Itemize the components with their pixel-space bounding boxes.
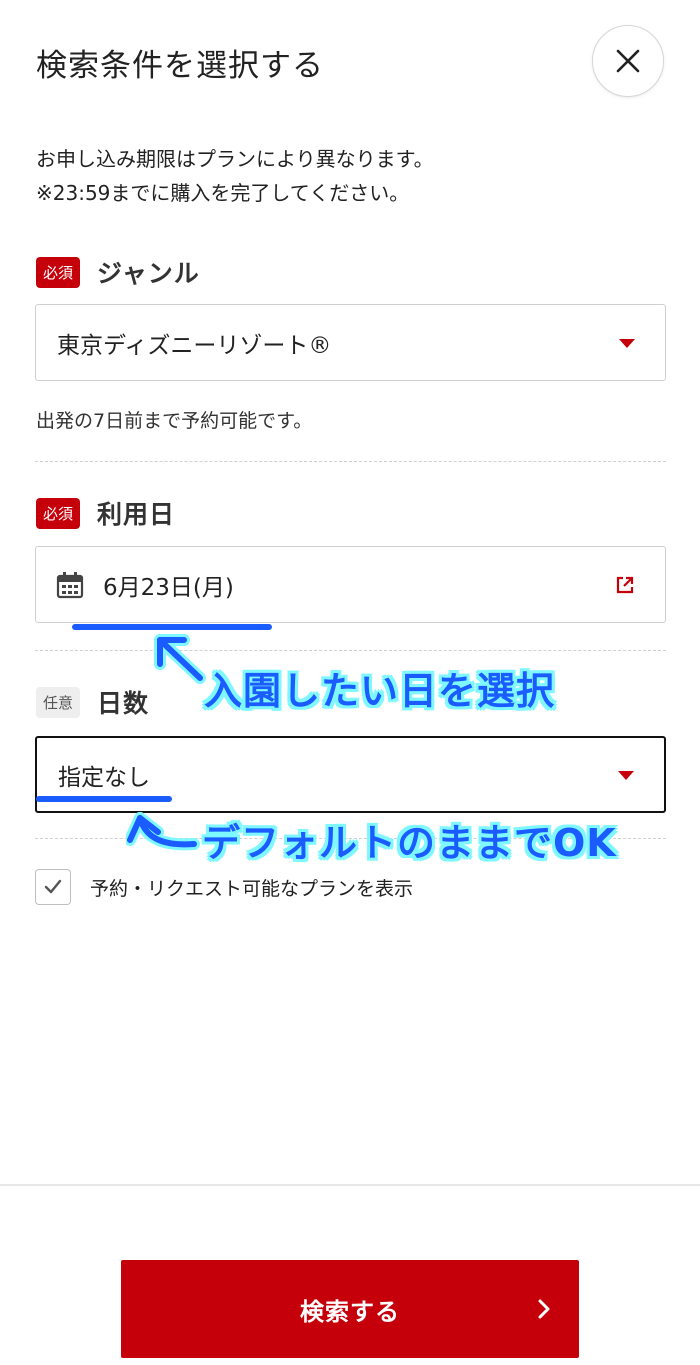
available-plans-checkbox[interactable] xyxy=(35,869,71,905)
notice-line-2: ※23:59までに購入を完了してください。 xyxy=(36,181,410,205)
section-divider xyxy=(35,650,666,651)
open-external-icon[interactable] xyxy=(615,575,635,595)
date-value: 6月23日(月) xyxy=(103,574,234,601)
genre-label-row: 必須 ジャンル xyxy=(36,254,200,290)
calendar-icon xyxy=(56,572,84,599)
available-plans-label: 予約・リクエスト可能なプランを表示 xyxy=(90,878,414,900)
notice-line-1: お申し込み期限はプランにより異なります。 xyxy=(36,147,434,171)
required-badge: 必須 xyxy=(36,497,81,529)
date-label-row: 必須 利用日 xyxy=(36,495,175,531)
caret-down-icon xyxy=(618,770,634,780)
days-select-value: 指定なし xyxy=(58,764,150,791)
arrow-icon xyxy=(154,634,206,684)
close-icon xyxy=(616,49,640,73)
deadline-notice: お申し込み期限はプランにより異なります。 ※23:59までに購入を完了してくださ… xyxy=(36,142,434,210)
close-button[interactable] xyxy=(592,25,664,97)
date-underline-annotation xyxy=(72,624,272,630)
caret-down-icon xyxy=(619,338,635,348)
genre-helper-text: 出発の7日前まで予約可能です。 xyxy=(36,410,313,432)
required-badge: 必須 xyxy=(36,256,81,288)
days-annotation-text: デフォルトのままでOK xyxy=(202,821,617,865)
genre-select[interactable]: 東京ディズニーリゾート® xyxy=(35,304,666,381)
footer-divider xyxy=(0,1184,700,1186)
days-underline-annotation xyxy=(36,796,172,802)
check-icon xyxy=(44,879,62,894)
search-button[interactable]: 検索する xyxy=(121,1260,579,1358)
section-divider xyxy=(35,461,666,462)
search-button-label: 検索する xyxy=(300,1298,400,1326)
arrow-icon xyxy=(126,812,200,851)
date-label: 利用日 xyxy=(97,500,176,529)
genre-label: ジャンル xyxy=(97,259,200,288)
date-annotation-text: 入園したい日を選択 xyxy=(204,669,556,713)
genre-select-value: 東京ディズニーリゾート® xyxy=(57,332,332,359)
chevron-right-icon xyxy=(538,1299,550,1319)
days-label: 日数 xyxy=(97,689,150,718)
date-picker-field[interactable]: 6月23日(月) xyxy=(35,546,666,623)
optional-badge: 任意 xyxy=(36,686,81,718)
days-label-row: 任意 日数 xyxy=(36,684,149,720)
page-title: 検索条件を選択する xyxy=(36,48,324,84)
